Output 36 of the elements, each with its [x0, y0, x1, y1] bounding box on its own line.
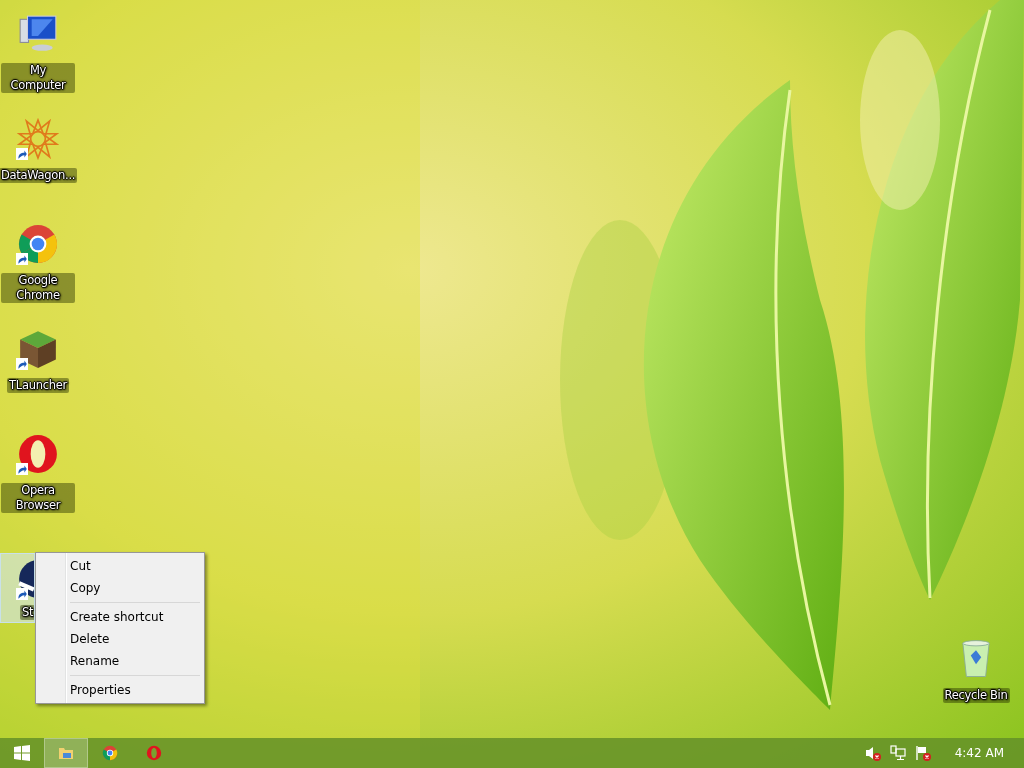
- desktop-icon[interactable]: My Computer: [0, 6, 76, 108]
- menu-item[interactable]: Delete: [38, 628, 202, 650]
- shortcut-arrow-icon: [16, 588, 28, 600]
- shortcut-arrow-icon: [16, 463, 28, 475]
- grass-block-icon: [17, 328, 59, 370]
- opera-icon: [146, 745, 162, 761]
- chrome-icon: [17, 223, 59, 265]
- desktop-icon[interactable]: TLauncher: [0, 321, 76, 423]
- icon-label: My Computer: [1, 63, 75, 93]
- icon-label: Opera Browser: [1, 483, 75, 513]
- star-pattern-icon: [17, 118, 59, 160]
- icon-label: Recycle Bin: [942, 688, 1010, 703]
- menu-item[interactable]: Rename: [38, 650, 202, 672]
- desktop-icon[interactable]: DataWagon...: [0, 111, 76, 213]
- icon-label: Google Chrome: [1, 273, 75, 303]
- clock[interactable]: 4:42 AM: [954, 746, 1004, 760]
- windows-logo-icon: [14, 745, 30, 761]
- menu-item[interactable]: Copy: [38, 577, 202, 599]
- chrome-icon: [102, 745, 118, 761]
- network-icon[interactable]: [889, 745, 906, 761]
- desktop-icon[interactable]: Google Chrome: [0, 216, 76, 318]
- taskbar-button[interactable]: [44, 738, 88, 768]
- menu-item[interactable]: Create shortcut: [38, 606, 202, 628]
- flag-icon[interactable]: [914, 745, 931, 761]
- shortcut-arrow-icon: [16, 253, 28, 265]
- muted-speaker-icon[interactable]: [864, 745, 881, 761]
- desktop-icon[interactable]: Opera Browser: [0, 426, 76, 528]
- desktop-icon[interactable]: Recycle Bin: [940, 636, 1012, 703]
- icon-label: TLauncher: [7, 378, 69, 393]
- opera-icon: [17, 433, 59, 475]
- icon-label: DataWagon...: [0, 168, 77, 183]
- shortcut-arrow-icon: [16, 358, 28, 370]
- shortcut-arrow-icon: [16, 148, 28, 160]
- folder-icon: [58, 745, 74, 761]
- menu-item[interactable]: Cut: [38, 555, 202, 577]
- menu-item[interactable]: Properties: [38, 679, 202, 701]
